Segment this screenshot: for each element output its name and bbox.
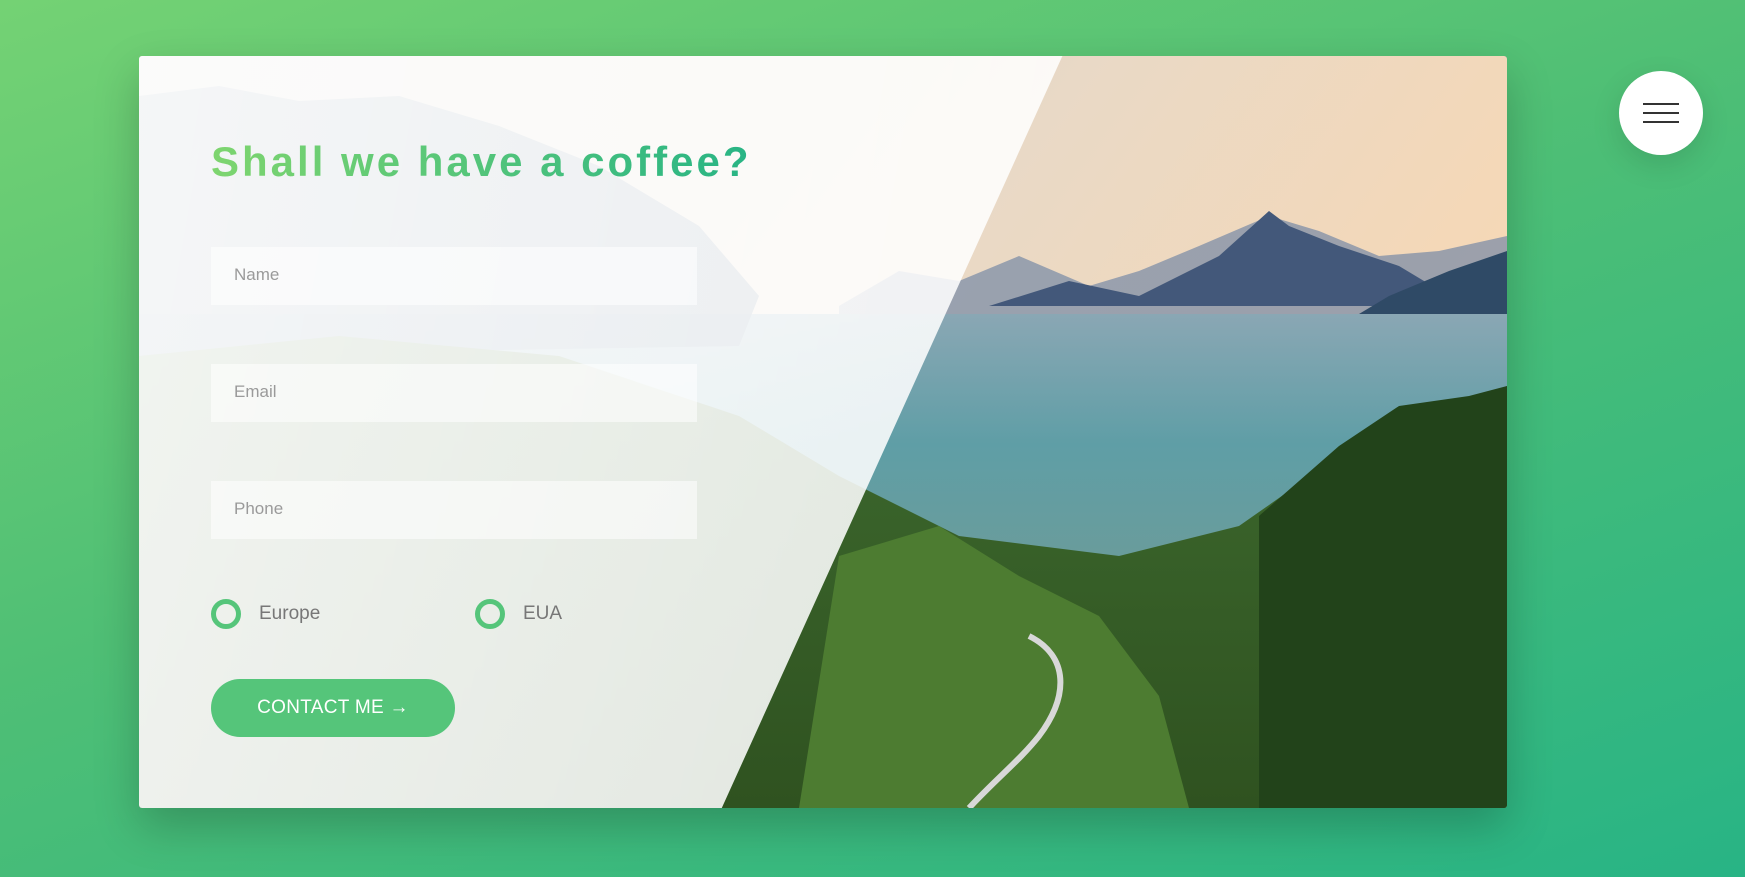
email-input[interactable] <box>211 364 697 422</box>
menu-button[interactable] <box>1619 71 1703 155</box>
radio-europe-circle[interactable] <box>211 599 241 629</box>
hamburger-icon-bottom <box>1643 121 1679 123</box>
phone-input[interactable] <box>211 481 697 539</box>
radio-eua-circle[interactable] <box>475 599 505 629</box>
booking-card: Shall we have a coffee? Europe EUA CONTA… <box>139 56 1507 808</box>
radio-eua[interactable]: EUA <box>475 599 562 629</box>
contact-me-button[interactable]: CONTACT ME → <box>211 679 455 737</box>
form-heading: Shall we have a coffee? <box>211 138 752 185</box>
hamburger-icon <box>1643 103 1679 105</box>
radio-europe-label: Europe <box>259 603 321 624</box>
radio-europe[interactable]: Europe <box>211 599 320 629</box>
name-input[interactable] <box>211 247 697 305</box>
hamburger-icon-middle <box>1643 112 1679 114</box>
radio-eua-label: EUA <box>523 603 563 624</box>
